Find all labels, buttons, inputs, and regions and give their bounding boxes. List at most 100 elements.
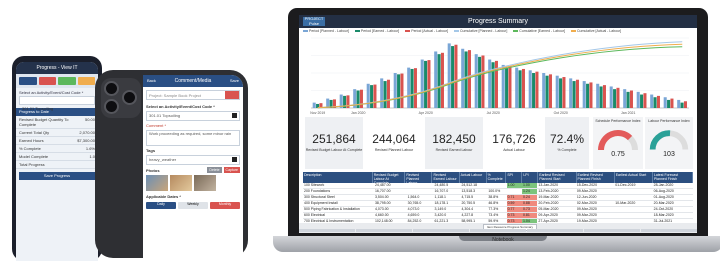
table-cell: 1,118.1 [434,195,446,199]
left-phone-button-1[interactable] [19,77,37,85]
bar-actual [629,90,633,108]
kpi-value: 244,064 [372,132,416,146]
table-cell: 06-Aug-2020 [653,189,674,193]
project-search-button[interactable] [225,91,239,99]
bar-planned [501,64,505,108]
left-phone-rows: Revised Budget Quantity To Complete 50.00… [16,116,98,169]
bar-earned [532,73,536,108]
table-cell: 0.88 [522,201,538,206]
weekly-button[interactable]: Weekly [178,202,208,209]
table-header-cell[interactable]: LPI [522,172,539,183]
table-header-cell[interactable]: SPI [506,172,523,183]
bar-earned [437,54,441,108]
table-header-cell[interactable]: Description [303,172,373,183]
checkbox-icon[interactable] [232,157,237,162]
legend-label: Cumulative [Actual - Labour] [577,29,622,33]
bar-planned [542,73,546,108]
left-phone-button-2[interactable] [38,77,56,85]
table-cell: 24,487.00 [374,183,391,187]
table-cell: 09-Mar-2020 [576,189,597,193]
page-tab[interactable] [584,229,640,232]
table-cell: 24,512.18 [461,183,478,187]
bar-planned [488,59,492,108]
delete-photo-button[interactable]: Delete [207,167,222,173]
x-tick-label: Jan 2021 [621,111,635,115]
left-phone-title: Progress - View IT [16,62,98,74]
x-tick-label: Apr 2020 [419,111,433,115]
table-cell: 73.4% [488,213,499,217]
progress-row: Total Progress [16,161,98,169]
photo-thumbnail[interactable] [170,175,192,191]
progress-row: Current Total Qty 2,070.00 [16,129,98,137]
photo-thumbnail[interactable] [194,175,216,191]
legend-swatch [405,30,411,33]
bar-planned [609,86,613,108]
table-header-cell[interactable]: Revised Planned Labour [405,172,433,183]
page-tab[interactable] [641,229,697,232]
bar-planned [636,91,640,108]
save-button[interactable]: Save [230,75,239,87]
progress-row-value[interactable]: 2,070.00 [79,130,95,135]
back-button[interactable]: Back [147,75,156,87]
page-tabs [299,229,697,232]
photo-thumbnail[interactable] [146,175,168,191]
left-phone-button-3[interactable] [58,77,76,85]
monthly-button[interactable]: Monthly [210,202,240,209]
bar-earned [410,68,414,108]
table-cell: 18,178.1 [434,201,449,205]
table-header-cell[interactable]: Actual Labour [460,172,487,183]
table-cell: 13,518.3 [461,189,476,193]
lpi-gauge: Labour Performance Index 103 [645,117,693,169]
project-search[interactable]: Project: Sample Book Project [146,90,240,100]
dashboard-header: PROJECT Pulse Progress Summary [299,15,697,28]
table-cell [507,189,522,194]
bar-planned [434,51,438,108]
daily-button[interactable]: Daily [146,202,176,209]
table-header-cell[interactable]: Latest Forecast Planned Finish [653,172,693,183]
bar-earned [505,67,509,108]
page-tab[interactable] [413,229,469,232]
table-header-cell[interactable]: Revised Budget Labour At Complete [373,172,406,183]
table-cell: 400 Equipment Install [304,201,338,205]
page-tab[interactable] [527,229,583,232]
table-header-cell[interactable]: % Complete [487,172,507,183]
bar-actual [589,82,593,108]
left-phone-button-4[interactable] [77,77,95,85]
page-tab[interactable] [470,229,526,232]
legend-swatch [354,30,360,33]
table-cell: 13-Feb-2020 [538,189,559,193]
x-tick-label: Oct 2020 [554,111,568,115]
table-cell: 500 Piping Fabrication & Installation [304,207,360,211]
kpi-value: 176,726 [492,132,536,146]
table-header-cell[interactable]: Earliest Revised Planned Start [538,172,577,183]
table-cell: 09-Mar-2020 [576,207,597,211]
activity-field[interactable]: 301.01 Topsoiling [146,111,240,121]
bar-earned [667,99,671,108]
left-phone-activity-field[interactable]: 301 01 Topsoiling [19,96,95,111]
table-cell: 24-Oct-2020 [653,207,674,211]
table-cell: 200 Foundations [304,189,331,193]
progress-row-value[interactable]: 1.6% [86,146,95,151]
page-tab[interactable] [356,229,412,232]
tags-field[interactable]: heavy_weather [146,155,240,165]
table-header-cell[interactable]: Earliest Revised Planned Finish [577,172,615,183]
table-cell [614,195,652,200]
table-header-cell[interactable]: Revised Earned Labour [432,172,460,183]
bar-actual [467,50,471,108]
table-cell: 30,765.0 [407,201,422,205]
progress-row-value[interactable]: 50.00 [85,117,95,127]
capture-photo-button[interactable]: Capture [223,167,240,173]
bar-earned [464,51,468,108]
comment-field[interactable]: Work proceeding as required, some minor … [146,130,240,146]
camera-lens-icon [104,81,119,96]
table-cell: 09-Apr-2020 [538,213,558,217]
project-search-input[interactable]: Project: Sample Book Project [147,93,225,98]
progress-row-value[interactable]: $7,300.00 [77,138,95,143]
page-tab[interactable] [299,229,355,232]
table-header-cell[interactable]: Earliest Actual Start [615,172,653,183]
gauge-svg [649,130,689,150]
checkbox-icon[interactable] [232,113,237,118]
save-progress-button[interactable]: Save Progress [19,172,95,180]
bar-actual [359,89,363,108]
table-cell: 01-Dec-2019 [615,183,636,187]
